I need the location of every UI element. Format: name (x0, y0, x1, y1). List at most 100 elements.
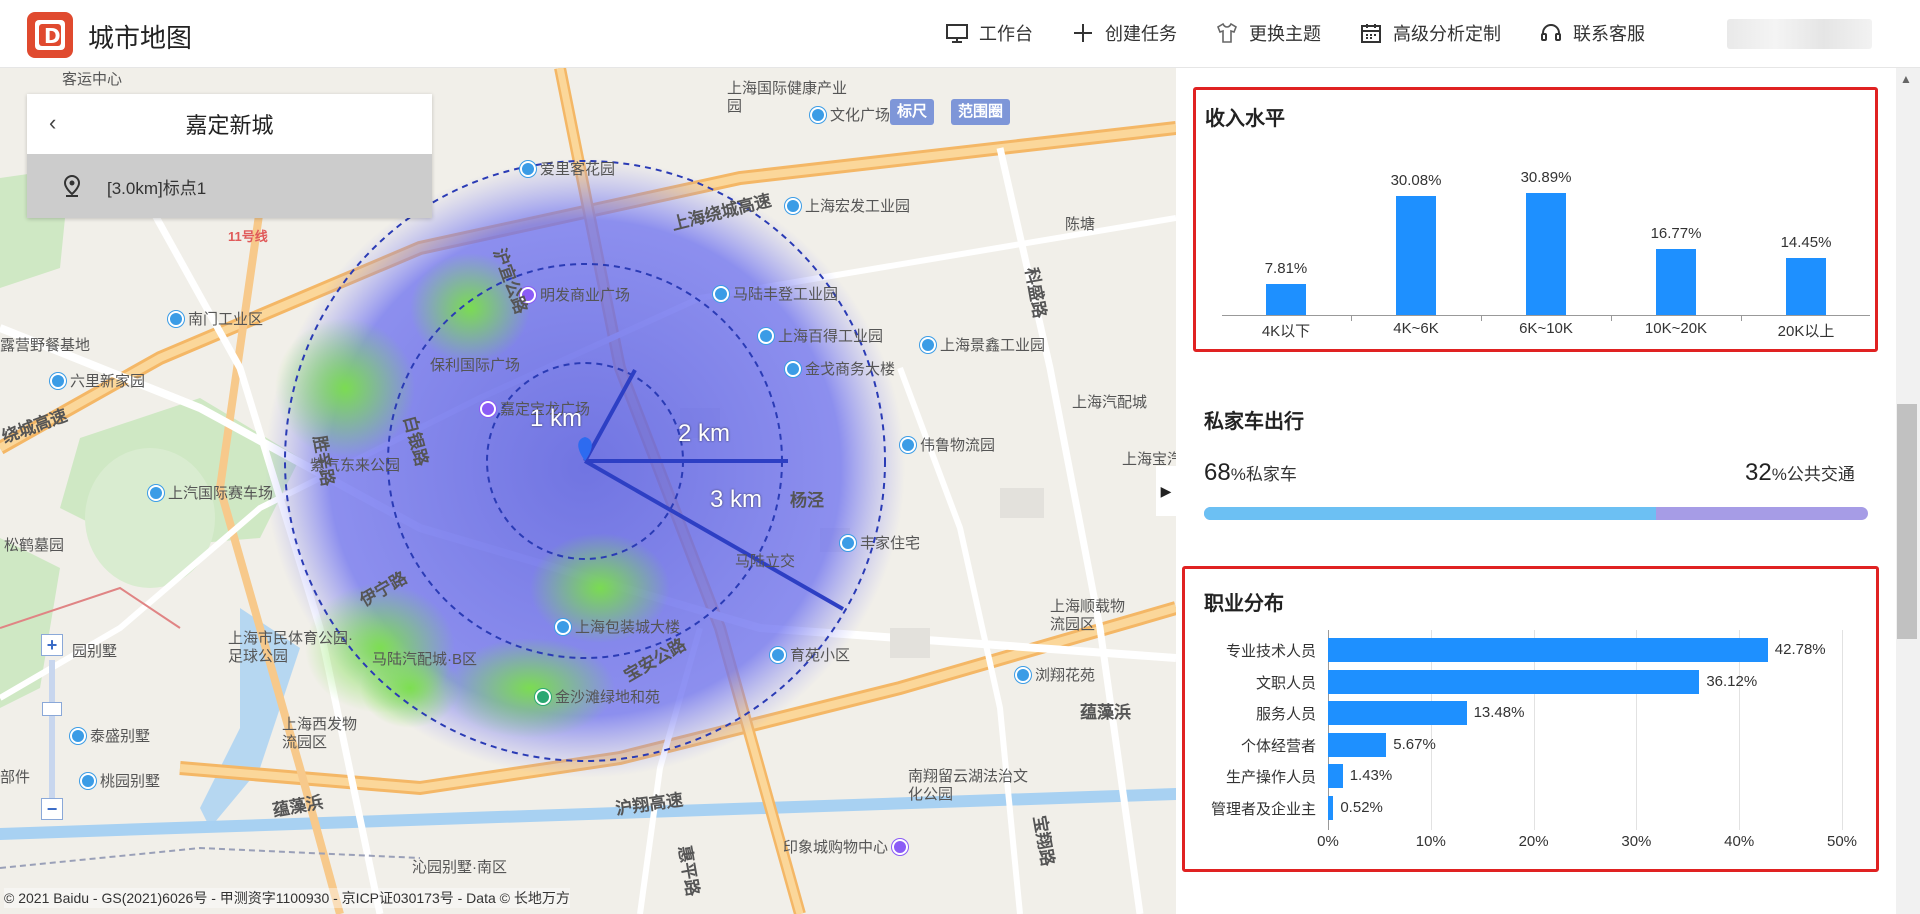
zoom-track[interactable] (49, 660, 55, 798)
poi-packaging[interactable]: 上海包装城大楼 (555, 616, 680, 637)
zoom-in-button[interactable]: + (41, 634, 63, 656)
back-arrow-icon[interactable]: ‹ (49, 110, 56, 136)
income-bar[interactable] (1526, 193, 1566, 315)
zoom-out-button[interactable]: − (41, 798, 63, 820)
nav-customer-service[interactable]: 联系客服 (1539, 20, 1645, 46)
nav-create-task[interactable]: 创建任务 (1071, 20, 1177, 46)
scrollbar-thumb[interactable] (1897, 404, 1917, 639)
shopping-icon (480, 400, 496, 417)
poi-songhe[interactable]: 松鹤墓园 (4, 534, 64, 555)
poi-nanmen[interactable]: 南门工业区 (168, 308, 263, 329)
location-pin-icon (900, 436, 916, 453)
income-bar[interactable] (1786, 257, 1826, 315)
public-transit-percent: 32 (1745, 459, 1772, 486)
nav-workbench[interactable]: 工作台 (945, 20, 1033, 46)
poi-shunzai[interactable]: 上海顺载物流园区 (1050, 598, 1130, 634)
poi-liuli[interactable]: 六里新家园 (50, 370, 145, 391)
occupation-bar[interactable] (1328, 795, 1334, 820)
income-category-label: 10K~20K (1644, 320, 1708, 337)
location-panel: ‹ 嘉定新城 [3.0km]标点1 (27, 94, 432, 218)
poi-taisheng[interactable]: 泰盛别墅 (70, 725, 150, 746)
poi-maludengfeng[interactable]: 马陆丰登工业园 (713, 283, 838, 304)
nav-change-theme[interactable]: 更换主题 (1215, 20, 1321, 46)
poi-jingxin[interactable]: 上海景鑫工业园 (920, 334, 1045, 355)
poi-autoparts[interactable]: 上海汽配城 (1072, 394, 1162, 412)
scroll-up-arrow-icon[interactable]: ▲ (1900, 72, 1912, 86)
poi-xifa[interactable]: 上海西发物流园区 (282, 716, 362, 752)
income-bar[interactable] (1656, 248, 1696, 315)
location-pin-icon (168, 310, 184, 327)
poi-raceway[interactable]: 上汽国际赛车场 (148, 482, 273, 503)
location-pin-icon (840, 534, 856, 551)
travel-mode-progress-bar (1204, 507, 1868, 520)
income-bar[interactable] (1266, 284, 1306, 315)
occupation-x-tick-label: 10% (1415, 833, 1446, 850)
poi-malu-interchange[interactable]: 马陆立交 (735, 550, 795, 571)
app-logo[interactable] (27, 12, 73, 58)
location-pin-icon (80, 772, 96, 789)
income-value-label: 16.77% (1650, 224, 1702, 242)
poi-liuxiang[interactable]: 浏翔花苑 (1015, 664, 1095, 685)
income-bar[interactable] (1396, 196, 1436, 315)
park-icon (535, 688, 551, 705)
poi-weilu[interactable]: 伟鲁物流园 (900, 434, 995, 455)
poi-jinshatan[interactable]: 金沙滩绿地和苑 (535, 686, 660, 707)
poi-parts[interactable]: 部件 (0, 766, 30, 787)
occupation-bar[interactable] (1328, 732, 1387, 757)
user-avatar-blurred[interactable] (1727, 19, 1872, 49)
income-value-label: 30.08% (1390, 172, 1442, 190)
poi-chentang[interactable]: 陈塘 (1065, 213, 1095, 234)
radius-label-1km: 1 km (530, 405, 583, 432)
occupation-value-label: 0.52% (1340, 798, 1383, 816)
occupation-title: 职业分布 (1204, 593, 1284, 615)
income-x-axis (1222, 315, 1870, 316)
poi-mingfa[interactable]: 明发商业广场 (520, 284, 630, 305)
nav-label: 创建任务 (1105, 24, 1177, 44)
occupation-bar[interactable] (1328, 701, 1467, 725)
poi-yuyuan[interactable]: 育苑小区 (770, 644, 850, 665)
income-category-label: 6K~10K (1519, 320, 1573, 337)
poi-malu-b[interactable]: 马陆汽配城·B区 (372, 648, 477, 669)
poi-baide[interactable]: 上海百得工业园 (758, 325, 883, 346)
occupation-x-tick-label: 50% (1826, 833, 1858, 850)
panel-toggle-arrow-icon[interactable]: ▶ (1156, 466, 1176, 516)
calendar-icon (1361, 24, 1381, 43)
occupation-category-label: 个体经营者 (1240, 737, 1316, 755)
poi-poly[interactable]: 保利国际广场 (430, 354, 520, 375)
location-panel-header: ‹ 嘉定新城 (27, 94, 432, 154)
poi-camping[interactable]: 露营野餐基地 (0, 334, 90, 355)
occupation-bar[interactable] (1328, 638, 1768, 662)
poi-garden[interactable]: 爱里客花园 (520, 158, 615, 179)
poi-qinyuan[interactable]: 沁园别墅·南区 (412, 856, 507, 877)
occupation-bar[interactable] (1328, 764, 1343, 788)
income-value-label: 14.45% (1780, 233, 1832, 251)
occupation-category-label: 服务人员 (1255, 706, 1316, 723)
app-header: 城市地图 工作台 创建任务 更换主题 高级分析定制 联系客服 (0, 0, 1920, 68)
app-title: 城市地图 (88, 23, 193, 53)
radius-label-3km: 3 km (710, 486, 763, 513)
poi-sports-park[interactable]: 上海市民体育公园·足球公园 (228, 630, 358, 666)
poi-culture-square[interactable]: 文化广场 (810, 104, 890, 125)
poi-bus-station[interactable]: 客运中心 (62, 68, 122, 89)
public-transit-label: 公共交通 (1786, 465, 1855, 484)
metro-line-label: 11号线 (228, 229, 268, 244)
nav-advanced-analysis[interactable]: 高级分析定制 (1359, 20, 1501, 46)
occupation-x-tick-label: 30% (1621, 833, 1652, 850)
poi-jinge[interactable]: 金戈商务大楼 (785, 358, 895, 379)
occupation-bar[interactable] (1328, 669, 1700, 694)
ruler-button[interactable]: 标尺 (890, 99, 935, 125)
poi-nanxiang-park[interactable]: 南翔留云湖法治文化公园 (908, 768, 1038, 804)
poi-yinxiang[interactable]: 印象城购物中心 (783, 836, 909, 857)
plus-icon (1074, 24, 1092, 42)
nav-label: 更换主题 (1249, 24, 1321, 44)
poi-yuan-villa[interactable]: 园别墅 (72, 640, 117, 661)
zoom-slider-handle[interactable] (42, 702, 62, 716)
range-circle-button[interactable]: 范围圈 (951, 99, 1011, 125)
income-category-label: 4K以下 (1261, 323, 1311, 340)
poi-fengjia[interactable]: 丰家住宅 (840, 532, 920, 553)
poi-taoyuan[interactable]: 桃园别墅 (80, 770, 160, 791)
poi-hongfa-park[interactable]: 上海宏发工业园 (785, 195, 910, 216)
location-pin-icon (770, 646, 786, 663)
monitor-icon (946, 24, 968, 43)
marker-list-item[interactable]: [3.0km]标点1 (27, 154, 432, 218)
